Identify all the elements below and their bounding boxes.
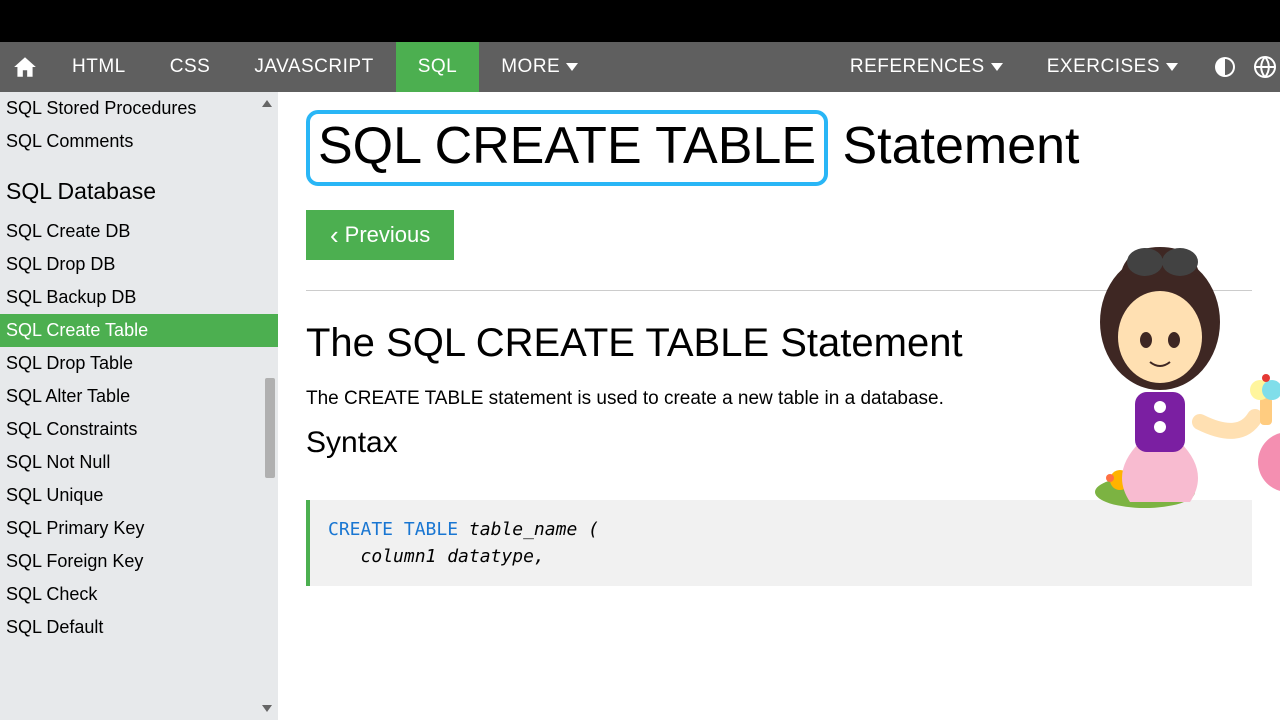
code-ident: table_name ( bbox=[469, 519, 599, 540]
nav-exercises[interactable]: EXERCISES bbox=[1025, 42, 1200, 92]
code-keyword: TABLE bbox=[404, 519, 458, 540]
scrollbar-thumb[interactable] bbox=[265, 378, 275, 478]
main-content: SQL CREATE TABLE Statement ‹Previous The… bbox=[278, 92, 1280, 720]
sidebar-item[interactable]: SQL Primary Key bbox=[0, 512, 278, 545]
sidebar-item[interactable]: SQL Create DB bbox=[0, 215, 278, 248]
previous-button[interactable]: ‹Previous bbox=[306, 210, 454, 260]
nav-sql[interactable]: SQL bbox=[396, 42, 480, 92]
page-title-highlight: SQL CREATE TABLE bbox=[306, 110, 828, 186]
sidebar-item[interactable]: SQL Backup DB bbox=[0, 281, 278, 314]
sidebar-item[interactable]: SQL Drop Table bbox=[0, 347, 278, 380]
scroll-down-icon[interactable] bbox=[262, 705, 272, 712]
chevron-left-icon: ‹ bbox=[330, 222, 339, 248]
sidebar-item[interactable]: SQL Comments bbox=[0, 125, 278, 158]
code-line: column1 datatype, bbox=[361, 546, 545, 567]
sidebar-item[interactable]: SQL Drop DB bbox=[0, 248, 278, 281]
sidebar-item[interactable]: SQL Foreign Key bbox=[0, 545, 278, 578]
section-description: The CREATE TABLE statement is used to cr… bbox=[306, 384, 946, 414]
globe-button[interactable] bbox=[1250, 42, 1280, 92]
caret-down-icon bbox=[1166, 63, 1178, 71]
sidebar: SQL Stored Procedures SQL Comments SQL D… bbox=[0, 92, 278, 720]
theme-toggle-button[interactable] bbox=[1200, 42, 1250, 92]
home-button[interactable] bbox=[0, 42, 50, 92]
sidebar-heading: SQL Database bbox=[0, 158, 278, 215]
previous-label: Previous bbox=[345, 222, 431, 248]
nav-exercises-label: EXERCISES bbox=[1047, 56, 1160, 78]
nav-more-label: MORE bbox=[501, 56, 560, 78]
home-icon bbox=[12, 54, 38, 80]
nav-references-label: REFERENCES bbox=[850, 56, 985, 78]
nav-css[interactable]: CSS bbox=[148, 42, 233, 92]
main-layout: SQL Stored Procedures SQL Comments SQL D… bbox=[0, 92, 1280, 720]
code-keyword: CREATE bbox=[328, 519, 393, 540]
globe-icon bbox=[1253, 55, 1277, 79]
nav-references[interactable]: REFERENCES bbox=[828, 42, 1025, 92]
nav-javascript[interactable]: JAVASCRIPT bbox=[232, 42, 395, 92]
sidebar-item[interactable]: SQL Default bbox=[0, 611, 278, 644]
caret-down-icon bbox=[991, 63, 1003, 71]
sidebar-item[interactable]: SQL Constraints bbox=[0, 413, 278, 446]
page-title-rest: Statement bbox=[828, 117, 1079, 175]
caret-down-icon bbox=[566, 63, 578, 71]
mascot-illustration bbox=[1050, 222, 1280, 512]
nav-html[interactable]: HTML bbox=[50, 42, 148, 92]
sidebar-item[interactable]: SQL Create Table bbox=[0, 314, 278, 347]
page-title-row: SQL CREATE TABLE Statement bbox=[306, 110, 1252, 186]
nav-more[interactable]: MORE bbox=[479, 42, 600, 92]
sidebar-item[interactable]: SQL Check bbox=[0, 578, 278, 611]
scroll-up-icon[interactable] bbox=[262, 100, 272, 107]
sidebar-item[interactable]: SQL Stored Procedures bbox=[0, 92, 278, 125]
sidebar-item[interactable]: SQL Not Null bbox=[0, 446, 278, 479]
sidebar-item[interactable]: SQL Unique bbox=[0, 479, 278, 512]
letterbox-bar bbox=[0, 0, 1280, 42]
top-navigation: HTML CSS JAVASCRIPT SQL MORE REFERENCES … bbox=[0, 42, 1280, 92]
contrast-icon bbox=[1213, 55, 1237, 79]
sidebar-item[interactable]: SQL Alter Table bbox=[0, 380, 278, 413]
code-block: CREATE TABLE table_name ( column1 dataty… bbox=[306, 500, 1252, 586]
